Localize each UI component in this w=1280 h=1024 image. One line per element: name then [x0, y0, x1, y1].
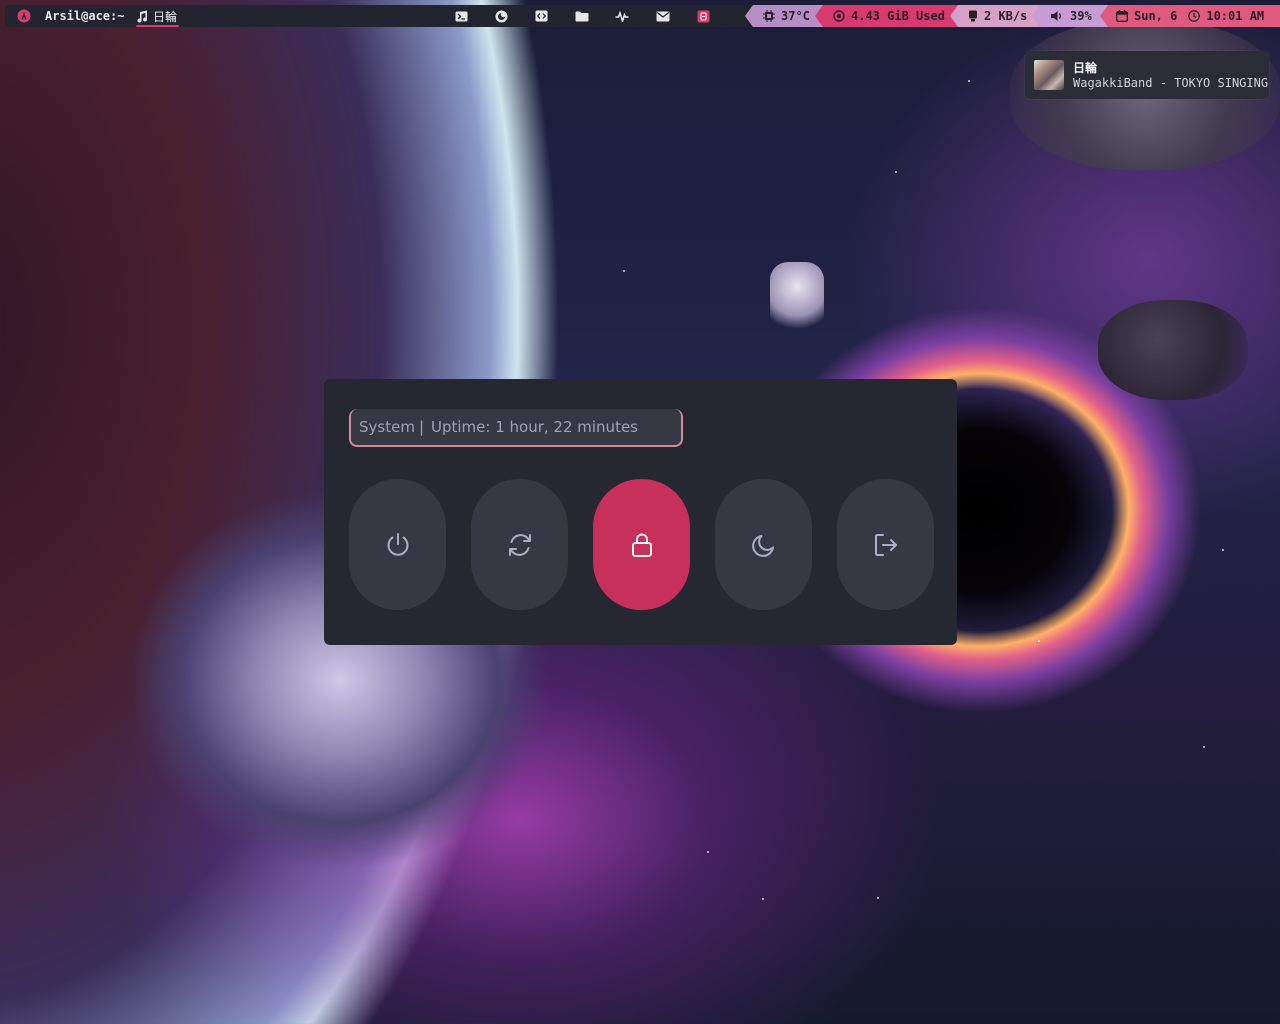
cpu-icon	[763, 10, 775, 22]
star	[877, 897, 879, 899]
app-icon[interactable]	[697, 5, 710, 27]
media-module[interactable]: 日輪	[136, 5, 180, 27]
asteroid	[1098, 300, 1248, 400]
memory-value: 4.43 GiB Used	[851, 9, 945, 23]
firefox-icon[interactable]	[495, 5, 508, 27]
lock-button[interactable]	[593, 479, 690, 610]
mail-icon[interactable]	[656, 5, 670, 27]
star	[762, 898, 764, 900]
power-menu: System | Uptime: 1 hour, 22 minutes	[324, 379, 957, 645]
astronaut	[770, 262, 824, 332]
uptime-text: Uptime: 1 hour, 22 minutes	[431, 418, 638, 436]
temperature-value: 37°C	[781, 9, 810, 23]
star	[623, 270, 625, 272]
prompt-label: System	[359, 418, 415, 436]
code-icon[interactable]	[535, 5, 548, 27]
lock-icon	[628, 531, 656, 559]
logout-icon	[872, 531, 900, 559]
top-bar: Arsil@ace:~ 日輪 37°C 4.43 GiB Used 2 KB/s…	[5, 5, 1280, 27]
suspend-button[interactable]	[715, 479, 812, 610]
media-underline	[136, 25, 180, 27]
music-note-icon	[136, 10, 148, 23]
date-value: Sun, 6	[1134, 9, 1178, 23]
reboot-button[interactable]	[471, 479, 568, 610]
refresh-icon	[505, 531, 535, 559]
volume-icon	[1050, 10, 1064, 22]
logout-button[interactable]	[837, 479, 934, 610]
power-icon	[384, 531, 412, 559]
uptime-prompt: System | Uptime: 1 hour, 22 minutes	[349, 409, 683, 447]
media-title: 日輪	[153, 9, 178, 24]
clock-icon	[1188, 10, 1201, 22]
calendar-icon	[1116, 10, 1128, 22]
album-art	[1034, 60, 1064, 90]
notification-body: WagakkiBand - TOKYO SINGING	[1073, 76, 1269, 90]
star	[1038, 640, 1040, 642]
network-icon	[968, 10, 978, 22]
star	[707, 851, 709, 853]
star	[1222, 549, 1224, 551]
memory-icon	[833, 10, 845, 22]
folder-icon[interactable]	[575, 5, 589, 27]
terminal-icon[interactable]	[455, 5, 468, 27]
star	[968, 80, 970, 82]
notification-title: 日輪	[1073, 61, 1098, 75]
network-value: 2 KB/s	[984, 9, 1028, 23]
star	[1203, 746, 1205, 748]
clock-module[interactable]: Sun, 6 10:01 AM	[1100, 5, 1280, 27]
volume-value: 39%	[1070, 9, 1092, 23]
shutdown-button[interactable]	[349, 479, 446, 610]
arch-logo-icon[interactable]	[17, 5, 31, 27]
window-title: Arsil@ace:~	[45, 9, 125, 23]
prompt-separator: |	[418, 418, 424, 436]
activity-icon[interactable]	[615, 5, 629, 27]
star	[895, 171, 897, 173]
time-value: 10:01 AM	[1206, 9, 1265, 23]
media-notification[interactable]: 日輪 WagakkiBand - TOKYO SINGING	[1025, 51, 1269, 99]
moon-icon	[750, 531, 778, 559]
